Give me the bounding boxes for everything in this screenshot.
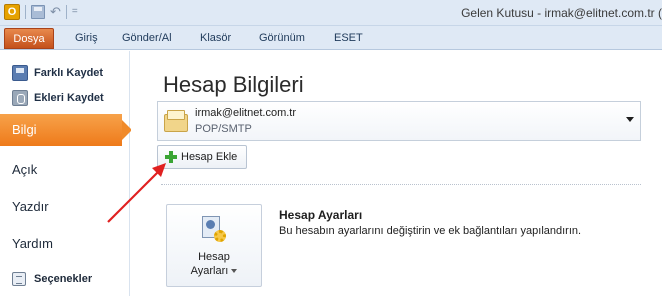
- save-icon[interactable]: [31, 5, 45, 19]
- account-settings-icon: [200, 216, 228, 244]
- mail-account-icon: [164, 110, 188, 132]
- nav-item-secenekler-label: Seçenekler: [34, 273, 93, 285]
- tab-giris[interactable]: Giriş: [75, 28, 98, 49]
- nav-item-acik[interactable]: Açık: [0, 155, 130, 185]
- tab-klasor[interactable]: Klasör: [200, 28, 231, 49]
- backstage-nav: Farklı Kaydet Ekleri Kaydet Bilgi Açık Y…: [0, 51, 132, 296]
- caret-down-icon: [231, 269, 238, 274]
- toolbar-separator: [65, 5, 67, 19]
- tab-dosya[interactable]: Dosya: [4, 28, 54, 49]
- account-email: irmak@elitnet.com.tr: [195, 107, 297, 119]
- page-title: Hesap Bilgileri: [163, 72, 304, 97]
- account-settings-button-label-line2: Ayarları: [167, 265, 261, 277]
- add-account-label: Hesap Ekle: [181, 151, 238, 163]
- nav-item-yazdir[interactable]: Yazdır: [0, 192, 130, 222]
- customize-toolbar-icon[interactable]: =: [72, 5, 78, 19]
- save-as-button[interactable]: Farklı Kaydet: [12, 63, 103, 83]
- chevron-down-icon[interactable]: [626, 117, 634, 122]
- section-divider: [161, 184, 641, 185]
- quick-access-toolbar: O ↶ =: [4, 4, 78, 20]
- account-settings-button-label-line1: Hesap: [198, 251, 230, 263]
- account-selector[interactable]: irmak@elitnet.com.tr POP/SMTP: [157, 101, 641, 141]
- save-as-icon: [12, 65, 28, 81]
- account-settings-button-label-text: Ayarları: [190, 265, 229, 277]
- account-settings-button[interactable]: Hesap Ayarları: [166, 204, 262, 287]
- nav-item-yardim[interactable]: Yardım: [0, 229, 130, 259]
- title-bar: O ↶ = Gelen Kutusu - irmak@elitnet.com.t…: [0, 0, 662, 26]
- outlook-app-icon[interactable]: O: [4, 4, 20, 20]
- undo-icon[interactable]: ↶: [50, 5, 61, 19]
- tab-eset[interactable]: ESET: [334, 28, 363, 49]
- plus-icon: [165, 151, 177, 163]
- ribbon-tab-bar: Dosya Giriş Gönder/Al Klasör Görünüm ESE…: [0, 26, 662, 50]
- account-type: POP/SMTP: [195, 123, 252, 135]
- tab-gorunum[interactable]: Görünüm: [259, 28, 305, 49]
- save-as-label: Farklı Kaydet: [34, 67, 104, 79]
- account-info-panel: Hesap Bilgileri irmak@elitnet.com.tr POP…: [131, 51, 662, 296]
- save-attachments-icon: [12, 90, 28, 106]
- account-settings-heading: Hesap Ayarları: [279, 208, 363, 222]
- toolbar-separator: [25, 5, 26, 19]
- save-attachments-label: Ekleri Kaydet: [34, 92, 104, 104]
- tab-gonder-al[interactable]: Gönder/Al: [122, 28, 172, 49]
- account-settings-description: Bu hesabın ayarlarını değiştirin ve ek b…: [279, 225, 582, 237]
- save-attachments-button[interactable]: Ekleri Kaydet: [12, 88, 104, 108]
- add-account-button[interactable]: Hesap Ekle: [157, 145, 247, 169]
- nav-item-secenekler[interactable]: Seçenekler: [0, 264, 130, 294]
- options-icon: [12, 272, 26, 286]
- window-title: Gelen Kutusu - irmak@elitnet.com.tr (: [461, 6, 662, 20]
- nav-item-bilgi[interactable]: Bilgi: [0, 114, 132, 146]
